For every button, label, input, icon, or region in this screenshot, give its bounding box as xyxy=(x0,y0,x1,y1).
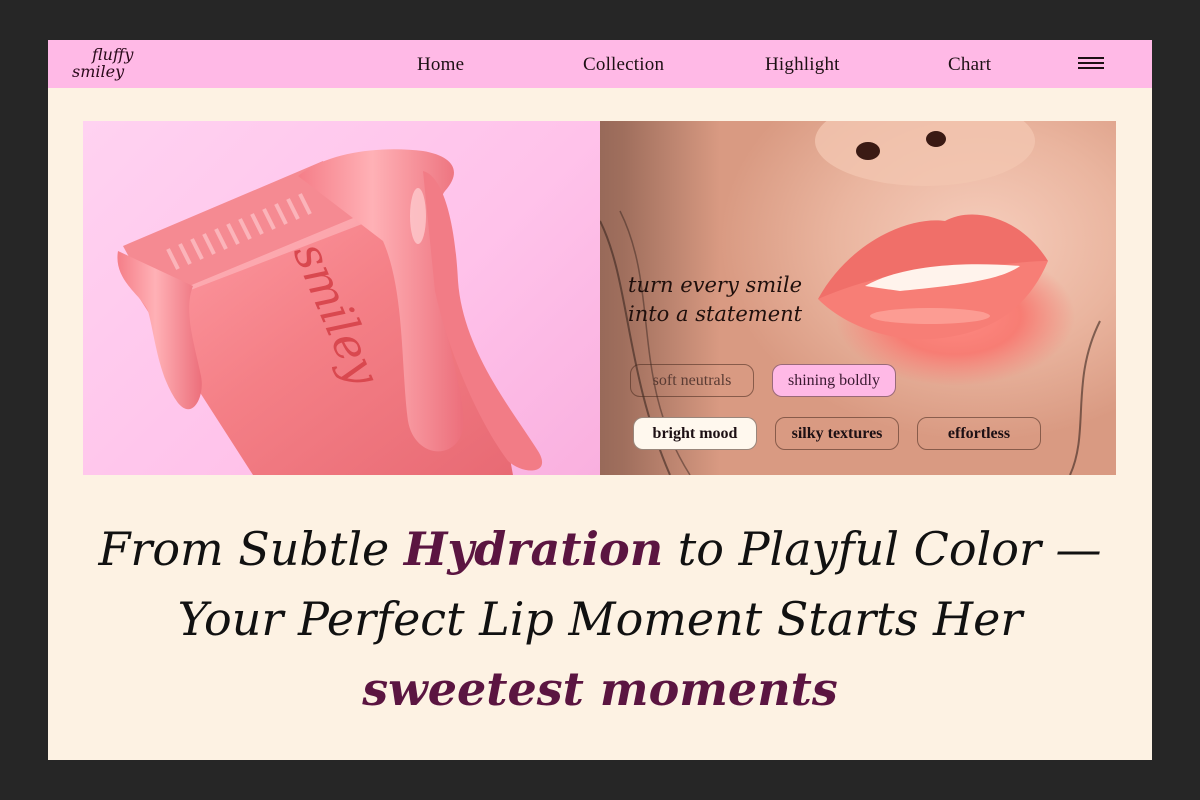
chip-effortless[interactable]: effortless xyxy=(917,417,1041,450)
chip-bright-mood[interactable]: bright mood xyxy=(633,417,757,450)
headline-accent-hydration: Hydration xyxy=(403,522,664,576)
headline-text: From Subtle xyxy=(98,522,404,576)
lip-gloss-tube-illustration: smiley xyxy=(117,149,543,475)
tagline-line-1: turn every smile xyxy=(628,273,803,297)
headline-text: to Playful Color — xyxy=(663,522,1102,576)
chip-shining-boldly[interactable]: shining boldly xyxy=(772,364,896,397)
tagline-line-2: into a statement xyxy=(628,302,803,326)
logo-line-2: smiley xyxy=(72,62,125,81)
logo-line-1: fluffy xyxy=(92,45,134,64)
nav-chart[interactable]: Chart xyxy=(948,54,991,76)
chip-soft-neutrals[interactable]: soft neutrals xyxy=(630,364,754,397)
navbar: fluffy smiley Home Collection Highlight … xyxy=(48,40,1152,88)
page: fluffy smiley Home Collection Highlight … xyxy=(48,40,1152,760)
product-image: smiley xyxy=(83,121,600,475)
model-lips-image: turn every smile into a statement soft n… xyxy=(600,121,1116,475)
nav-highlight[interactable]: Highlight xyxy=(765,54,840,76)
tagline: turn every smile into a statement xyxy=(628,271,802,329)
headline-line-2: Your Perfect Lip Moment Starts Her xyxy=(177,592,1023,646)
chip-silky-textures[interactable]: silky textures xyxy=(775,417,899,450)
main-headline: From Subtle Hydration to Playful Color —… xyxy=(48,514,1152,724)
headline-line-1: From Subtle Hydration to Playful Color — xyxy=(48,514,1152,584)
nav-collection[interactable]: Collection xyxy=(583,54,664,76)
hamburger-menu-icon[interactable] xyxy=(1078,57,1104,71)
headline-line-3: sweetest moments xyxy=(362,662,838,716)
brand-logo[interactable]: fluffy smiley xyxy=(70,44,150,84)
nav-home[interactable]: Home xyxy=(417,54,464,76)
